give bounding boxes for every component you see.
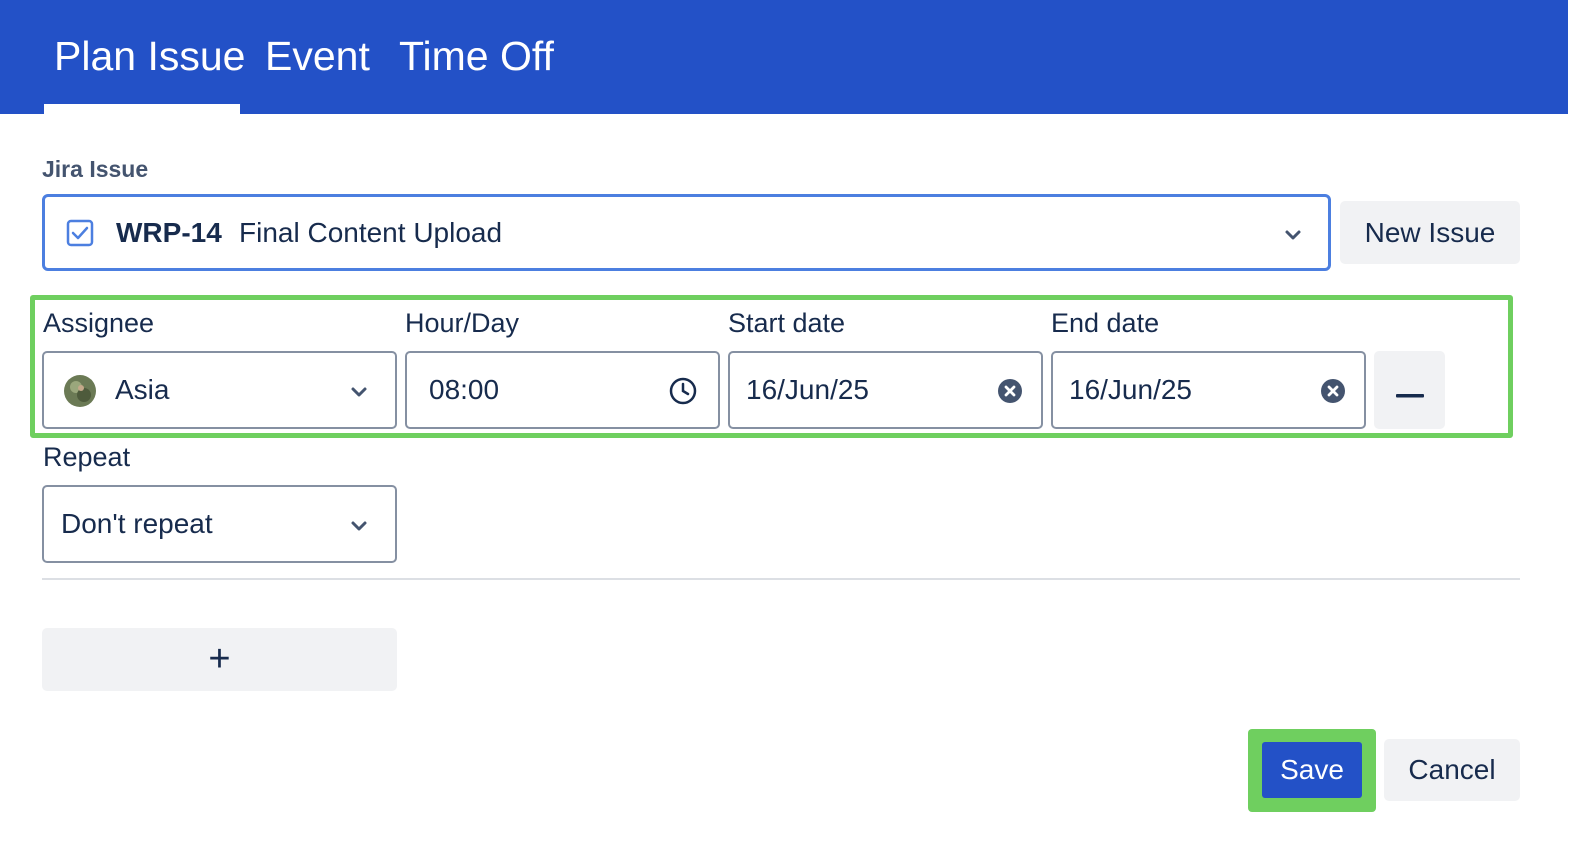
tab-bar: Plan Issue Event Time Off <box>0 0 1568 114</box>
assignee-select[interactable]: Asia <box>42 351 397 429</box>
repeat-label: Repeat <box>43 442 131 472</box>
remove-row-button[interactable] <box>1374 351 1445 429</box>
plus-icon: + <box>208 638 231 680</box>
clock-icon[interactable] <box>667 375 699 407</box>
cancel-button[interactable]: Cancel <box>1384 739 1520 801</box>
repeat-value: Don't repeat <box>61 508 213 539</box>
tab-time-off[interactable]: Time Off <box>399 30 554 82</box>
save-button[interactable]: Save <box>1262 742 1362 798</box>
chevron-down-icon <box>347 380 371 404</box>
clear-icon[interactable] <box>1319 377 1347 405</box>
tab-event[interactable]: Event <box>265 30 370 82</box>
chevron-down-icon <box>1281 223 1305 247</box>
chevron-down-icon <box>347 514 371 538</box>
issue-summary: Final Content Upload <box>239 216 503 248</box>
active-tab-indicator <box>44 104 240 114</box>
repeat-select[interactable]: Don't repeat <box>42 485 397 563</box>
hour-day-value: 08:00 <box>429 374 500 405</box>
jira-issue-select[interactable]: WRP-14 Final Content Upload <box>42 194 1331 271</box>
new-issue-button[interactable]: New Issue <box>1340 201 1520 264</box>
avatar <box>64 375 96 407</box>
end-date-value: 16/Jun/25 <box>1069 374 1192 405</box>
end-date-field[interactable]: 16/Jun/25 <box>1051 351 1366 429</box>
minus-icon <box>1395 374 1425 406</box>
section-divider <box>42 578 1520 580</box>
issue-key: WRP-14 <box>116 216 222 248</box>
add-row-button[interactable]: + <box>42 628 397 691</box>
checkbox-icon <box>66 219 94 247</box>
hour-day-field[interactable]: 08:00 <box>405 351 720 429</box>
clear-icon[interactable] <box>996 377 1024 405</box>
start-date-label: Start date <box>728 308 846 338</box>
start-date-field[interactable]: 16/Jun/25 <box>728 351 1043 429</box>
start-date-value: 16/Jun/25 <box>746 374 869 405</box>
tab-plan-issue[interactable]: Plan Issue <box>54 30 245 82</box>
assignee-value: Asia <box>115 374 170 405</box>
jira-issue-label: Jira Issue <box>42 156 149 182</box>
end-date-label: End date <box>1051 308 1160 338</box>
hour-day-label: Hour/Day <box>405 308 520 338</box>
assignee-label: Assignee <box>43 308 155 338</box>
